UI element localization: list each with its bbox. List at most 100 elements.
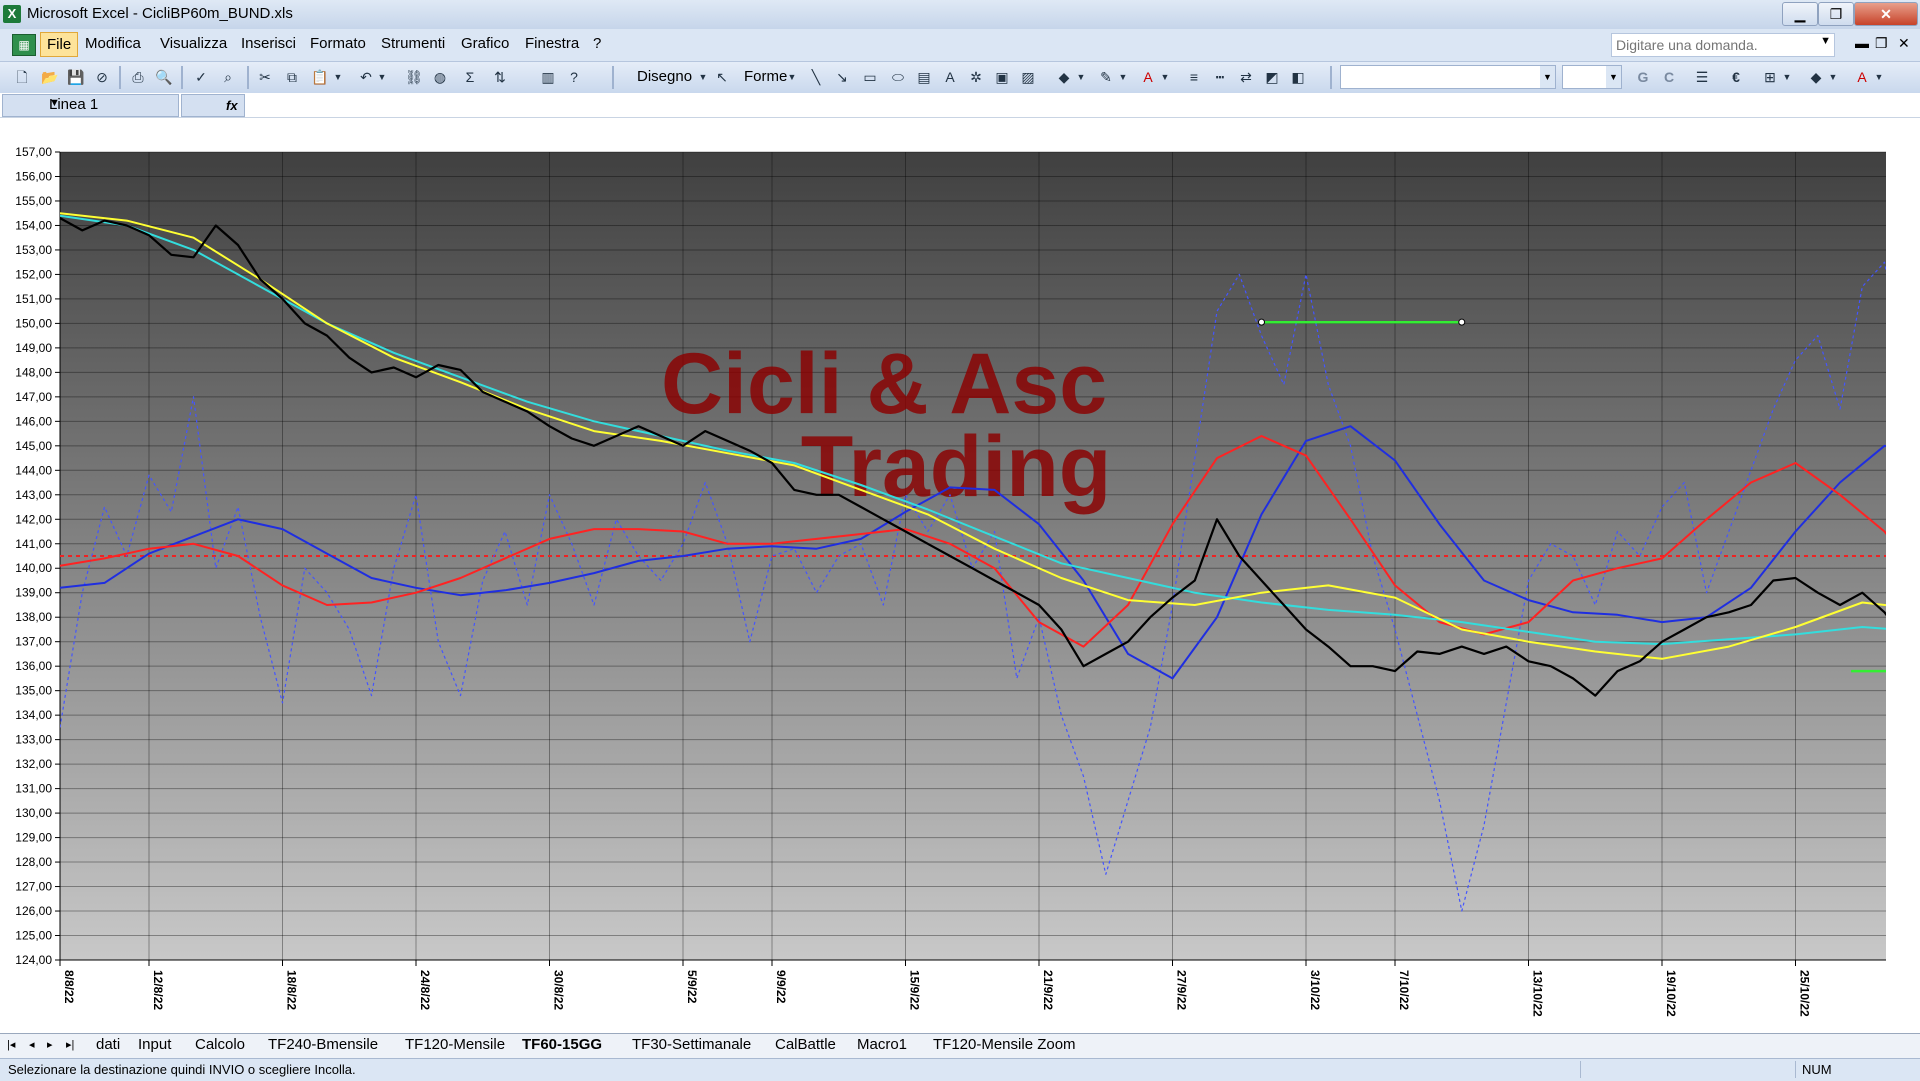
chart-wizard-icon[interactable]: ▥ <box>538 67 558 87</box>
spelling-icon[interactable]: ✓ <box>191 67 211 87</box>
autosum-icon[interactable]: Σ <box>460 67 480 87</box>
menu-grafico[interactable]: Grafico <box>457 35 513 52</box>
line-chart[interactable]: 124,00 125,00 126,00 127,00 128,00 129,00 130,… <box>0 118 1920 1033</box>
paste-icon[interactable]: 📋 <box>310 67 330 87</box>
sheet-tab-macro1[interactable]: Macro1 <box>857 1036 907 1053</box>
menu-modifica[interactable]: Modifica <box>81 35 145 52</box>
open-folder-icon[interactable]: 📂 <box>40 67 60 87</box>
font-name-combo[interactable]: ▼ <box>1340 65 1556 89</box>
arrow-style-icon[interactable]: ⇄ <box>1236 67 1256 87</box>
sheet-tab-tf30-settimanale[interactable]: TF30-Settimanale <box>632 1036 751 1053</box>
sheet-tab-input[interactable]: Input <box>138 1036 171 1053</box>
shapes-dropdown-icon[interactable]: ▼ <box>787 67 797 87</box>
font-color-icon[interactable]: A <box>1138 67 1158 87</box>
draw-dropdown-icon[interactable]: ▼ <box>698 67 708 87</box>
cell-fill-icon[interactable]: ◆ <box>1806 67 1826 87</box>
permission-icon[interactable]: ⊘ <box>92 67 112 87</box>
3d-icon[interactable]: ◧ <box>1288 67 1308 87</box>
menu-file[interactable]: File <box>40 32 79 57</box>
research-icon[interactable]: ⌕ <box>218 67 238 87</box>
sort-icon[interactable]: ⇅ <box>490 67 510 87</box>
diagram-icon[interactable]: ✲ <box>966 67 986 87</box>
select-objects-icon[interactable]: ↖ <box>712 67 732 87</box>
hyperlink-icon[interactable]: ⛓ <box>404 67 424 87</box>
web-icon[interactable]: ◍ <box>430 67 450 87</box>
chart-area[interactable]: 124,00 125,00 126,00 127,00 128,00 129,00 130,… <box>0 118 1920 1033</box>
textbox-icon[interactable]: ▤ <box>914 67 934 87</box>
paste-dropdown-icon[interactable]: ▼ <box>333 67 343 87</box>
line-handle[interactable] <box>1258 318 1265 326</box>
menu-strumenti[interactable]: Strumenti <box>377 35 449 52</box>
undo-icon[interactable]: ↶ <box>356 67 376 87</box>
draw-menu-button[interactable]: Disegno <box>637 68 692 85</box>
oval-icon[interactable]: ⬭ <box>888 67 908 87</box>
last-sheet-button[interactable]: ▸| <box>66 1038 74 1051</box>
line-color-icon[interactable]: ✎ <box>1096 67 1116 87</box>
bold-button[interactable]: G <box>1633 67 1653 87</box>
new-document-icon[interactable]: 🗋 <box>12 67 32 87</box>
line-style-icon[interactable]: ≡ <box>1184 67 1204 87</box>
menu-finestra[interactable]: Finestra <box>521 35 583 52</box>
align-icon[interactable]: ☰ <box>1692 67 1712 87</box>
sheet-tab-tf60-15gg[interactable]: TF60-15GG <box>522 1036 602 1053</box>
euro-icon[interactable]: € <box>1726 67 1746 87</box>
help-question-box[interactable]: ▼ <box>1611 33 1835 57</box>
mdi-close-button[interactable]: ✕ <box>1898 35 1910 52</box>
next-sheet-button[interactable]: ▸ <box>47 1038 53 1051</box>
help-question-input[interactable] <box>1612 34 1798 56</box>
fill-color-icon[interactable]: ◆ <box>1054 67 1074 87</box>
print-preview-icon[interactable]: 🔍 <box>154 67 174 87</box>
borders-icon[interactable]: ⊞ <box>1760 67 1780 87</box>
undo-dropdown-icon[interactable]: ▼ <box>377 67 387 87</box>
prev-sheet-button[interactable]: ◂ <box>29 1038 35 1051</box>
first-sheet-button[interactable]: |◂ <box>7 1038 15 1051</box>
cut-icon[interactable]: ✂ <box>255 67 275 87</box>
line-color-dropdown-icon[interactable]: ▼ <box>1118 67 1128 87</box>
print-icon[interactable]: ⎙ <box>128 67 148 87</box>
cell-fill-dropdown-icon[interactable]: ▼ <box>1828 67 1838 87</box>
copy-icon[interactable]: ⧉ <box>282 67 302 87</box>
line-icon[interactable]: ╲ <box>806 67 826 87</box>
save-icon[interactable]: 💾 <box>66 67 86 87</box>
text-color-dropdown-icon[interactable]: ▼ <box>1874 67 1884 87</box>
workbook-icon[interactable]: ▦ <box>12 34 36 56</box>
font-size-combo[interactable]: ▼ <box>1562 65 1622 89</box>
sheet-tab-calbattle[interactable]: CalBattle <box>775 1036 836 1053</box>
name-box[interactable]: Linea 1 ▼ <box>2 94 179 117</box>
font-name-dropdown-icon[interactable]: ▼ <box>1540 66 1555 88</box>
mdi-minimize-button[interactable]: ▬ <box>1855 35 1869 51</box>
sheet-tab-tf240-bmensile[interactable]: TF240-Bmensile <box>268 1036 378 1053</box>
name-box-dropdown-icon[interactable]: ▼ <box>49 97 174 109</box>
wordart-icon[interactable]: A <box>940 67 960 87</box>
sheet-tab-dati[interactable]: dati <box>96 1036 120 1053</box>
font-size-dropdown-icon[interactable]: ▼ <box>1606 66 1621 88</box>
borders-dropdown-icon[interactable]: ▼ <box>1782 67 1792 87</box>
close-button[interactable]: ✕ <box>1854 2 1918 26</box>
help-icon[interactable]: ? <box>564 67 584 87</box>
font-color-dropdown-icon[interactable]: ▼ <box>1160 67 1170 87</box>
mdi-restore-button[interactable]: ❐ <box>1875 35 1888 52</box>
menu-visualizza[interactable]: Visualizza <box>156 35 231 52</box>
shadow-icon[interactable]: ◩ <box>1262 67 1282 87</box>
minimize-button[interactable]: ▁ <box>1782 2 1818 26</box>
sheet-tab-tf120-mensile-zoom[interactable]: TF120-Mensile Zoom <box>933 1036 1076 1053</box>
fill-color-dropdown-icon[interactable]: ▼ <box>1076 67 1086 87</box>
clipart-icon[interactable]: ▣ <box>992 67 1012 87</box>
insert-function-button[interactable]: fx <box>181 94 245 117</box>
rectangle-icon[interactable]: ▭ <box>860 67 880 87</box>
menu-formato[interactable]: Formato <box>306 35 370 52</box>
restore-button[interactable]: ❐ <box>1818 2 1854 26</box>
shapes-menu-button[interactable]: Forme <box>744 68 787 85</box>
sheet-tab-calcolo[interactable]: Calcolo <box>195 1036 245 1053</box>
dash-style-icon[interactable]: ┅ <box>1210 67 1230 87</box>
excel-app-icon[interactable]: X <box>3 5 21 23</box>
italic-button[interactable]: C <box>1659 67 1679 87</box>
text-color-icon[interactable]: A <box>1852 67 1872 87</box>
menu-inserisci[interactable]: Inserisci <box>237 35 300 52</box>
sheet-tab-tf120-mensile[interactable]: TF120-Mensile <box>405 1036 505 1053</box>
help-dropdown-icon[interactable]: ▼ <box>1820 35 1831 47</box>
picture-icon[interactable]: ▨ <box>1018 67 1038 87</box>
line-handle[interactable] <box>1458 318 1466 326</box>
arrow-icon[interactable]: ↘ <box>832 67 852 87</box>
menu-help[interactable]: ? <box>589 35 605 52</box>
